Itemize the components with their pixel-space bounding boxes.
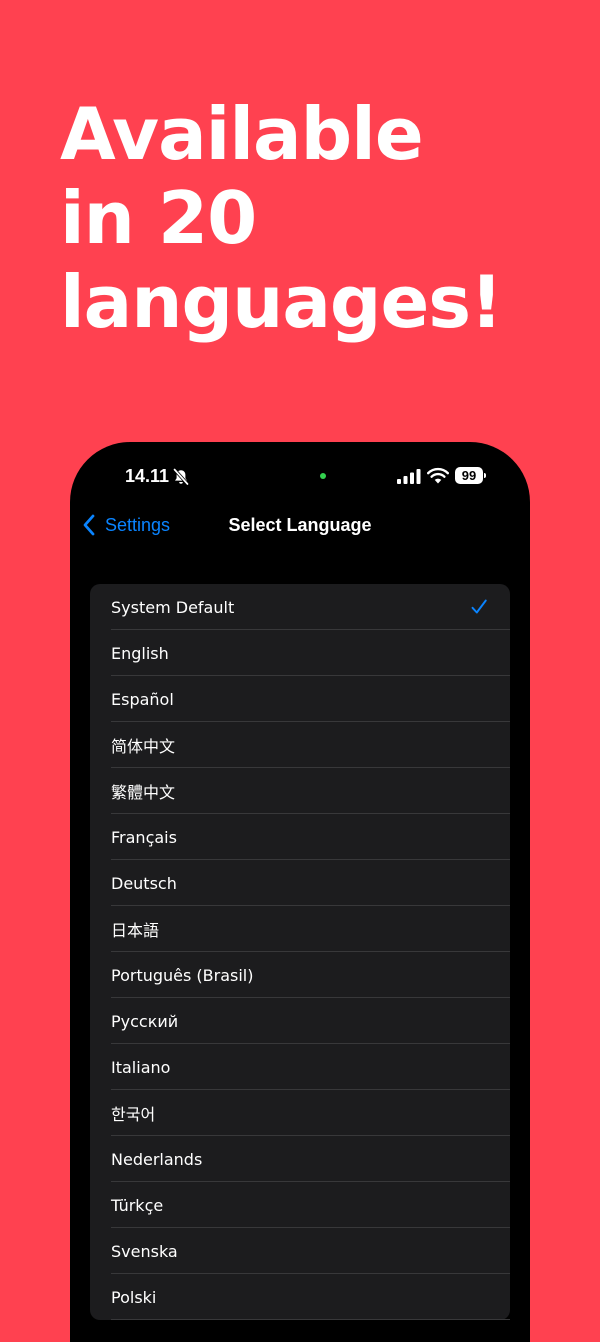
headline-line-2: in 20 <box>60 176 257 260</box>
language-label: Nederlands <box>111 1149 203 1169</box>
language-row-russian[interactable]: Русский <box>90 998 510 1044</box>
headline: Available in 20 languages! <box>60 92 580 344</box>
language-label: Русский <box>111 1011 179 1031</box>
language-list: System Default English Español 简体中文 繁體中文… <box>90 584 510 1320</box>
status-time: 14.11 <box>125 466 170 486</box>
phone-frame: 14.11 99 Settings Select Language System… <box>70 442 530 1342</box>
language-label: Français <box>111 827 177 847</box>
cellular-signal-icon <box>397 469 421 484</box>
checkmark-icon <box>471 599 487 614</box>
language-row-turkish[interactable]: Türkçe <box>90 1182 510 1228</box>
language-row-polish[interactable]: Polski <box>90 1274 510 1320</box>
language-label: Português (Brasil) <box>111 965 254 985</box>
language-row-korean[interactable]: 한국어 <box>90 1090 510 1136</box>
language-label: Polski <box>111 1287 157 1307</box>
language-row-french[interactable]: Français <box>90 814 510 860</box>
language-row-japanese[interactable]: 日本語 <box>90 906 510 952</box>
language-label: Español <box>111 689 174 709</box>
language-label: 한국어 <box>111 1105 156 1124</box>
language-row-traditional-chinese[interactable]: 繁體中文 <box>90 768 510 814</box>
language-label: Deutsch <box>111 873 177 893</box>
language-row-spanish[interactable]: Español <box>90 676 510 722</box>
language-row-system-default[interactable]: System Default <box>90 584 510 630</box>
wifi-icon <box>427 467 449 484</box>
battery-level: 99 <box>455 467 483 484</box>
language-row-dutch[interactable]: Nederlands <box>90 1136 510 1182</box>
language-label: 日本語 <box>111 921 160 940</box>
battery-icon: 99 <box>455 467 487 484</box>
language-label: Italiano <box>111 1057 171 1077</box>
language-row-portuguese-brazil[interactable]: Português (Brasil) <box>90 952 510 998</box>
language-row-swedish[interactable]: Svenska <box>90 1228 510 1274</box>
headline-line-3: languages! <box>60 260 503 344</box>
camera-indicator <box>320 473 326 479</box>
language-row-english[interactable]: English <box>90 630 510 676</box>
language-label: 繁體中文 <box>111 783 176 802</box>
language-row-italian[interactable]: Italiano <box>90 1044 510 1090</box>
headline-line-1: Available <box>60 92 424 176</box>
battery-tip <box>484 473 486 478</box>
language-label: System Default <box>111 597 235 617</box>
language-label: Türkçe <box>111 1195 164 1215</box>
language-label: 简体中文 <box>111 737 176 756</box>
nav-title: Select Language <box>228 515 372 535</box>
bell-slash-icon <box>173 468 189 486</box>
language-label: Svenska <box>111 1241 178 1261</box>
language-label: English <box>111 643 169 663</box>
language-row-german[interactable]: Deutsch <box>90 860 510 906</box>
language-row-simplified-chinese[interactable]: 简体中文 <box>90 722 510 768</box>
